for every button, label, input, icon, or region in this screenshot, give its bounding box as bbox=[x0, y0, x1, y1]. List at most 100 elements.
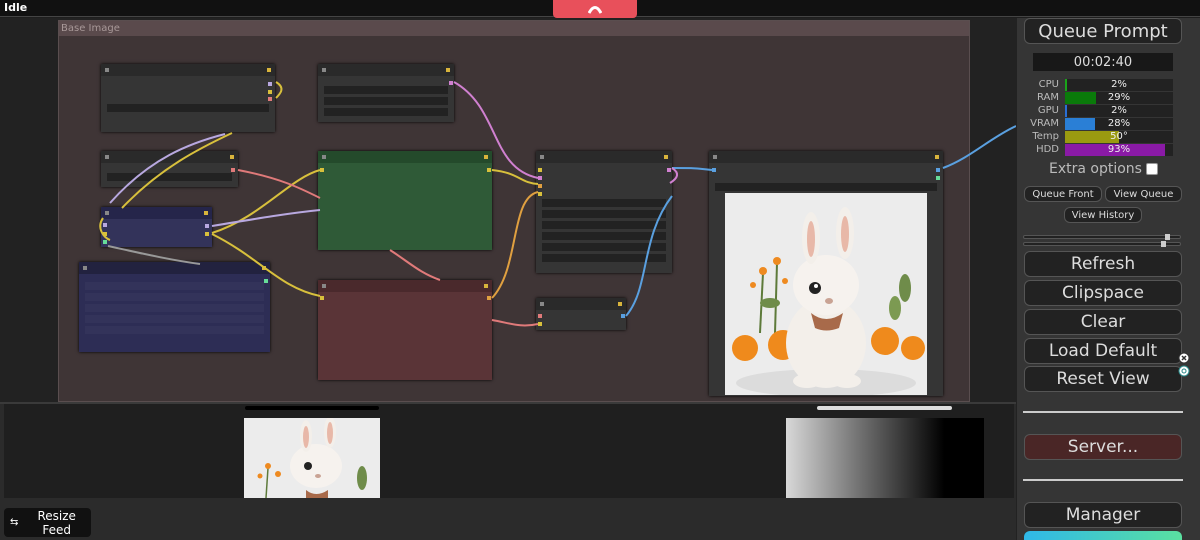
node-header[interactable] bbox=[318, 151, 492, 163]
resize-feed-label: Resize Feed bbox=[37, 508, 76, 537]
node-widget[interactable] bbox=[85, 326, 264, 334]
node-widget[interactable] bbox=[542, 254, 666, 262]
side-menu: Queue Prompt 00:02:40 CPU 2% RAM 29% GPU 2% VR… bbox=[1016, 18, 1200, 540]
node-widget[interactable] bbox=[324, 97, 448, 105]
graph-node[interactable] bbox=[536, 298, 626, 330]
node-widget[interactable] bbox=[85, 293, 264, 301]
graph-node[interactable] bbox=[101, 64, 275, 132]
panel-slider[interactable] bbox=[1023, 234, 1181, 240]
view-history-button[interactable]: View History bbox=[1064, 207, 1142, 223]
stat-value: 2% bbox=[1111, 105, 1127, 116]
node-header[interactable] bbox=[101, 64, 275, 76]
stat-bar-cpu: 2% bbox=[1065, 79, 1173, 91]
graph-node[interactable] bbox=[318, 64, 454, 122]
view-queue-button[interactable]: View Queue bbox=[1105, 186, 1182, 202]
reset-view-button[interactable]: Reset View bbox=[1024, 366, 1182, 392]
edge-widget[interactable] bbox=[1178, 352, 1190, 378]
bunny-illustration bbox=[725, 193, 927, 395]
feed-thumbnail-gradient[interactable] bbox=[786, 418, 984, 498]
bunny-thumbnail-illustration bbox=[244, 418, 380, 498]
node-widget[interactable] bbox=[542, 232, 666, 240]
slider-knob[interactable] bbox=[1161, 241, 1166, 247]
collapse-tab[interactable] bbox=[553, 0, 637, 18]
node-header[interactable] bbox=[709, 151, 943, 163]
node-header[interactable] bbox=[536, 151, 672, 163]
node-header[interactable] bbox=[101, 207, 212, 219]
node-header[interactable] bbox=[536, 298, 626, 310]
stat-label-gpu: GPU bbox=[1037, 105, 1059, 116]
stat-bar-temp: 50° bbox=[1065, 131, 1173, 143]
top-status-bar: Idle bbox=[0, 0, 1200, 18]
stat-value: 50° bbox=[1110, 131, 1128, 142]
node-widget[interactable] bbox=[85, 304, 264, 312]
clear-button[interactable]: Clear bbox=[1024, 309, 1182, 335]
node-header[interactable] bbox=[318, 280, 492, 292]
app-root: Idle Base Image ⇆ Resize Feed Queue Prom… bbox=[0, 0, 1200, 540]
close-circle-icon[interactable] bbox=[1178, 352, 1190, 364]
share-button-partial[interactable] bbox=[1024, 531, 1182, 540]
preview-image-node[interactable] bbox=[709, 151, 943, 396]
group-title: Base Image bbox=[59, 21, 969, 36]
graph-node[interactable] bbox=[536, 151, 672, 273]
preview-image bbox=[725, 193, 927, 395]
extra-options-toggle[interactable]: Extra options bbox=[1049, 161, 1158, 177]
load-default-button[interactable]: Load Default bbox=[1024, 338, 1182, 364]
stat-label-hdd: HDD bbox=[1036, 144, 1059, 155]
node-widget[interactable] bbox=[542, 243, 666, 251]
node-widget[interactable] bbox=[542, 199, 666, 207]
stat-value: 93% bbox=[1107, 144, 1131, 155]
queue-prompt-button[interactable]: Queue Prompt bbox=[1024, 18, 1182, 44]
feed-scrollbar[interactable] bbox=[817, 406, 952, 410]
queue-timer: 00:02:40 bbox=[1033, 53, 1173, 71]
node-widget[interactable] bbox=[324, 108, 448, 116]
resize-arrows-icon: ⇆ bbox=[10, 517, 19, 528]
stat-label-ram: RAM bbox=[1036, 92, 1059, 103]
panel-divider bbox=[1023, 411, 1183, 413]
chevron-up-icon bbox=[588, 6, 602, 14]
stat-bar-vram: 28% bbox=[1065, 118, 1173, 130]
server-button[interactable]: Server... bbox=[1024, 434, 1182, 460]
stat-label-temp: Temp bbox=[1032, 131, 1059, 142]
node-widget[interactable] bbox=[542, 210, 666, 218]
status-text: Idle bbox=[4, 1, 28, 14]
image-feed: ⇆ Resize Feed bbox=[0, 402, 1016, 540]
node-header[interactable] bbox=[318, 64, 454, 76]
stat-label-cpu: CPU bbox=[1038, 79, 1059, 90]
stat-label-vram: VRAM bbox=[1030, 118, 1059, 129]
refresh-button[interactable]: Refresh bbox=[1024, 251, 1182, 277]
node-widget[interactable] bbox=[107, 104, 269, 112]
stat-bar-hdd: 93% bbox=[1065, 144, 1173, 156]
queue-front-button[interactable]: Queue Front bbox=[1024, 186, 1102, 202]
graph-node[interactable] bbox=[101, 151, 238, 187]
info-circle-icon[interactable] bbox=[1178, 365, 1190, 377]
node-widget[interactable] bbox=[542, 221, 666, 229]
feed-thumbnail[interactable] bbox=[244, 418, 380, 498]
slider-knob[interactable] bbox=[1165, 234, 1170, 240]
graph-node-purple[interactable] bbox=[101, 207, 212, 247]
feed-scrollbar[interactable] bbox=[245, 406, 379, 410]
stat-value: 2% bbox=[1111, 79, 1127, 90]
node-widget[interactable] bbox=[85, 315, 264, 323]
feed-strip[interactable] bbox=[4, 404, 1014, 498]
graph-node-red[interactable] bbox=[318, 280, 492, 380]
node-widget[interactable] bbox=[85, 282, 264, 290]
graph-canvas[interactable]: Base Image bbox=[0, 18, 1016, 402]
node-widget[interactable] bbox=[324, 86, 448, 94]
stat-value: 28% bbox=[1107, 118, 1131, 129]
resize-feed-button[interactable]: ⇆ Resize Feed bbox=[4, 508, 91, 537]
panel-divider bbox=[1023, 479, 1183, 481]
extra-options-label: Extra options bbox=[1049, 161, 1142, 177]
node-header[interactable] bbox=[79, 262, 270, 274]
clipspace-button[interactable]: Clipspace bbox=[1024, 280, 1182, 306]
stat-value: 29% bbox=[1107, 92, 1131, 103]
graph-node-green[interactable] bbox=[318, 151, 492, 250]
node-header[interactable] bbox=[101, 151, 238, 163]
stat-bar-ram: 29% bbox=[1065, 92, 1173, 104]
panel-slider[interactable] bbox=[1023, 241, 1181, 247]
extra-options-checkbox[interactable] bbox=[1145, 163, 1158, 175]
node-widget[interactable] bbox=[107, 173, 232, 181]
graph-node-purple-large[interactable] bbox=[79, 262, 270, 352]
node-widget[interactable] bbox=[715, 183, 937, 191]
stat-bar-gpu: 2% bbox=[1065, 105, 1173, 117]
manager-button[interactable]: Manager bbox=[1024, 502, 1182, 528]
